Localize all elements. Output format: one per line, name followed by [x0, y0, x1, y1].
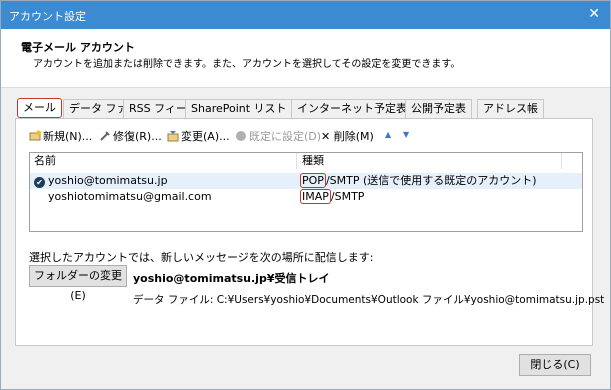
window-title: アカウント設定	[9, 10, 86, 23]
account-name: yoshio@tomimatsu.jp	[48, 174, 168, 187]
account-type-detail: /SMTP	[330, 190, 365, 203]
new-account-icon	[29, 130, 41, 141]
tab-address-books[interactable]: アドレス帳	[477, 99, 544, 118]
header-panel: 電子メール アカウント アカウントを追加または削除できます。また、アカウントを選…	[1, 29, 610, 88]
data-file-path: データ ファイル: C:¥Users¥yoshio¥Documents¥Outl…	[133, 294, 605, 306]
delete-account-label: 削除(M)	[333, 130, 374, 143]
column-separator[interactable]	[561, 153, 562, 169]
column-separator[interactable]	[296, 153, 297, 169]
header-title: 電子メール アカウント	[21, 41, 135, 54]
delivery-location-label: 選択したアカウントでは、新しいメッセージを次の場所に配信します:	[29, 251, 374, 264]
change-folder-button[interactable]: フォルダーの変更(E)	[29, 265, 127, 302]
account-name-cell: ✔ yoshio@tomimatsu.jp	[34, 173, 168, 189]
move-up-icon[interactable]: ▲	[385, 130, 391, 139]
column-header-name[interactable]: 名前	[34, 153, 56, 169]
tab-strip: メール データ ファイル RSS フィード SharePoint リスト インタ…	[15, 98, 575, 119]
set-default-icon	[236, 131, 246, 141]
default-account-check-icon: ✔	[34, 177, 45, 188]
account-type-cell: POP/SMTP (送信で使用する既定のアカウント)	[300, 173, 537, 189]
tab-mail[interactable]: メール	[17, 98, 62, 118]
tab-sharepoint-lists[interactable]: SharePoint リスト	[185, 99, 293, 118]
close-button[interactable]: 閉じる(C)	[519, 354, 591, 376]
change-account-button[interactable]: 変更(A)...	[167, 128, 230, 144]
change-account-icon	[167, 131, 179, 142]
header-description: アカウントを追加または削除できます。また、アカウントを選択してその設定を変更でき…	[33, 59, 461, 70]
column-header-type[interactable]: 種類	[302, 153, 324, 169]
account-type-cell: IMAP/SMTP	[300, 189, 364, 205]
new-account-label: 新規(N)...	[43, 130, 93, 143]
set-default-label: 既定に設定(D)	[249, 130, 322, 143]
account-name: yoshiotomimatsu@gmail.com	[48, 190, 212, 203]
tab-internet-calendars[interactable]: インターネット予定表	[291, 99, 413, 118]
repair-account-label: 修復(R)...	[113, 130, 162, 143]
title-bar: アカウント設定 ✕	[1, 1, 610, 29]
tab-published-calendars[interactable]: 公開予定表	[405, 99, 472, 118]
close-window-icon[interactable]: ✕	[588, 6, 600, 22]
delivery-folder: yoshio@tomimatsu.jp¥受信トレイ	[133, 272, 330, 285]
move-down-icon[interactable]: ▼	[403, 130, 409, 139]
repair-account-button[interactable]: 修復(R)...	[99, 128, 162, 144]
protocol-label: IMAP	[300, 189, 331, 204]
account-row[interactable]: ✔ yoshio@tomimatsu.jp POP/SMTP (送信で使用する既定…	[30, 173, 582, 189]
account-type-detail: /SMTP (送信で使用する既定のアカウント)	[325, 174, 537, 187]
accounts-list[interactable]: 名前 種類 ✔ yoshio@tomimatsu.jp POP/SMTP (送信で…	[29, 152, 583, 232]
repair-icon	[100, 131, 110, 141]
account-settings-dialog: アカウント設定 ✕ 電子メール アカウント アカウントを追加または削除できます。…	[0, 0, 611, 390]
set-default-button[interactable]: 既定に設定(D)	[235, 128, 321, 144]
protocol-label: POP	[300, 173, 326, 188]
account-row[interactable]: yoshiotomimatsu@gmail.com IMAP/SMTP	[30, 189, 582, 205]
new-account-button[interactable]: 新規(N)...	[29, 128, 92, 144]
delete-icon: ✕	[321, 130, 331, 143]
change-account-label: 変更(A)...	[181, 130, 230, 143]
delete-account-button[interactable]: ✕ 削除(M)	[321, 128, 374, 144]
